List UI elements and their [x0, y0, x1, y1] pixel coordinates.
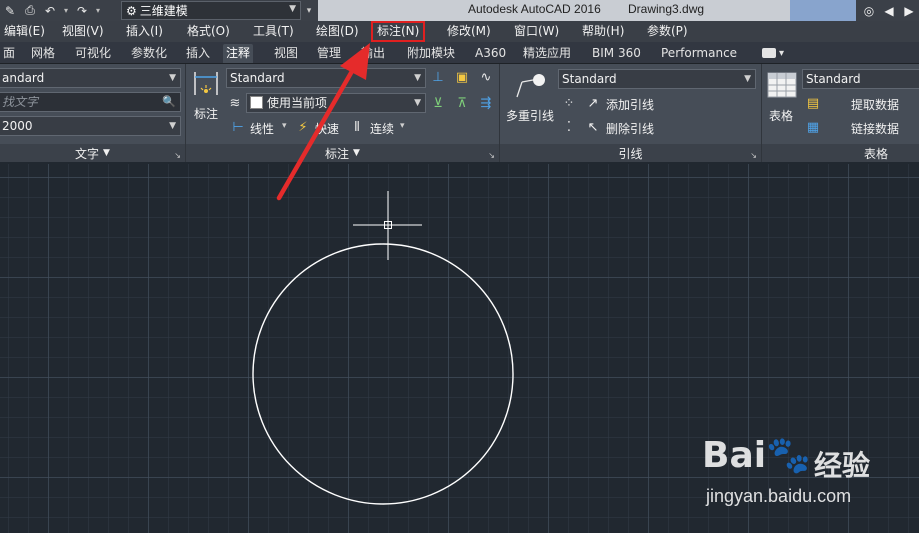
baidu-logo: Bai🐾	[702, 434, 811, 476]
baidu-watermark: Bai🐾 经验 jingyan.baidu.com	[702, 434, 912, 524]
jingyan-text: 经验	[814, 449, 871, 482]
baidu-logo-text: Bai	[702, 435, 767, 476]
watermark-url: jingyan.baidu.com	[706, 486, 852, 506]
paw-icon: 🐾	[766, 435, 811, 476]
